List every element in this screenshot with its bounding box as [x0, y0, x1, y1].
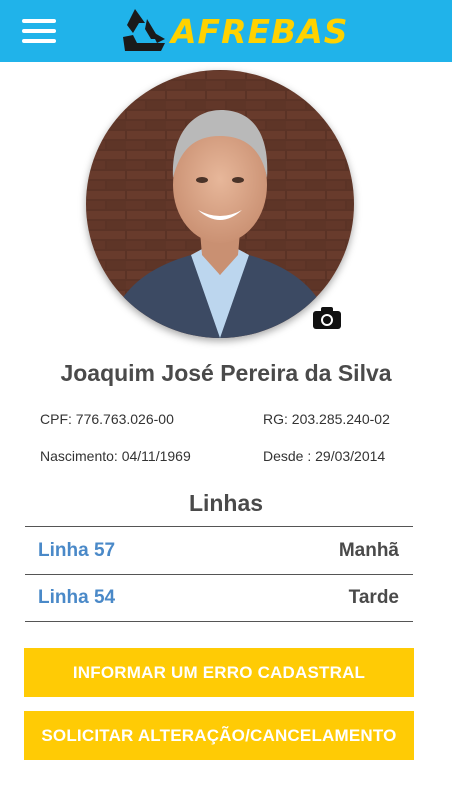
rg-value: RG: 203.285.240-02	[263, 411, 390, 427]
brand-name: AFREBAS	[171, 11, 349, 51]
list-item[interactable]: Linha 57 Manhã	[25, 526, 413, 574]
app-header: AFREBAS	[0, 0, 452, 62]
brand-logo: AFREBAS	[121, 9, 349, 53]
lines-list: Linha 57 Manhã Linha 54 Tarde	[25, 526, 413, 622]
profile-name: Joaquim José Pereira da Silva	[60, 360, 392, 386]
profile-photo-area	[86, 70, 354, 338]
line-name: Linha 54	[38, 587, 116, 608]
request-change-button[interactable]: SOLICITAR ALTERAÇÃO/CANCELAMENTO	[24, 711, 414, 760]
list-item[interactable]: Linha 54 Tarde	[25, 574, 413, 622]
lines-section-title: Linhas	[188, 490, 264, 516]
member-since: Desde : 29/03/2014	[263, 448, 386, 464]
line-shift: Tarde	[348, 587, 399, 608]
line-name: Linha 57	[38, 539, 116, 561]
avatar	[86, 70, 354, 338]
birth-date: Nascimento: 04/11/1969	[40, 448, 191, 464]
hamburger-menu-icon[interactable]	[22, 19, 56, 45]
report-error-button[interactable]: INFORMAR UM ERRO CADASTRAL	[24, 648, 414, 697]
line-shift: Manhã	[338, 539, 399, 561]
afrebas-logo-icon	[123, 9, 165, 51]
cpf-value: CPF: 776.763.026-00	[40, 411, 174, 427]
camera-icon[interactable]	[312, 306, 342, 330]
